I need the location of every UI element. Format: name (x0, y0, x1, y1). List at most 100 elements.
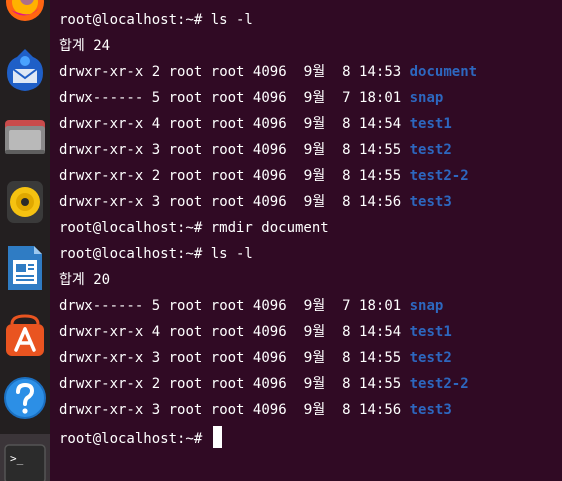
prompt-line: root@localhost:~# ls -l (59, 10, 253, 30)
entry-size: 4096 (252, 376, 287, 392)
directory-name: test1 (409, 116, 452, 132)
shell-prompt: root@localhost:~# (59, 12, 211, 28)
entry-day: 8 (342, 168, 351, 184)
entry-links: 3 (151, 350, 161, 366)
entry-group: root (210, 90, 245, 106)
entry-permissions: drwxr-xr-x (59, 194, 144, 210)
entry-permissions: drwxr-xr-x (59, 376, 144, 392)
entry-links: 2 (151, 376, 161, 392)
entry-links: 3 (151, 142, 161, 158)
entry-size: 4096 (252, 324, 287, 340)
entry-size: 4096 (252, 194, 287, 210)
entry-links: 5 (151, 298, 161, 314)
entry-group: root (210, 324, 245, 340)
terminal-window[interactable]: root@localhost:~# ls -l 합계 24 drwxr-xr-x 2… (50, 0, 562, 481)
libreoffice-writer-icon[interactable] (0, 243, 50, 293)
entry-day: 8 (342, 402, 351, 418)
directory-name: test1 (409, 324, 452, 340)
files-icon[interactable] (0, 114, 50, 158)
entry-owner: root (168, 168, 203, 184)
total-label: 합계 (59, 38, 85, 54)
entry-owner: root (168, 116, 203, 132)
listing-row: drwxr-xr-x 4 root root 4096 9월 8 14:54 t… (59, 114, 452, 134)
listing-row: drwxr-xr-x 3 root root 4096 9월 8 14:56 t… (59, 192, 452, 212)
terminal-icon[interactable]: >_ (0, 444, 50, 481)
listing-row: drwx------ 5 root root 4096 9월 7 18:01 s… (59, 296, 443, 316)
entry-month: 9월 (303, 64, 326, 80)
listing-row: drwxr-xr-x 2 root root 4096 9월 8 14:55 t… (59, 374, 469, 394)
listing-row: drwx------ 5 root root 4096 9월 7 18:01 s… (59, 88, 443, 108)
directory-name: test2 (409, 142, 452, 158)
entry-owner: root (168, 376, 203, 392)
entry-permissions: drwx------ (59, 90, 144, 106)
shell-prompt: root@localhost:~# (59, 431, 211, 447)
entry-time: 18:01 (359, 90, 402, 106)
entry-group: root (210, 168, 245, 184)
entry-permissions: drwx------ (59, 298, 144, 314)
entry-links: 5 (151, 90, 161, 106)
firefox-icon[interactable] (0, 0, 50, 22)
prompt-line: root@localhost:~# ls -l (59, 244, 253, 264)
entry-month: 9월 (303, 168, 326, 184)
directory-name: test2-2 (409, 376, 469, 392)
entry-owner: root (168, 298, 203, 314)
entry-day: 8 (342, 324, 351, 340)
entry-links: 2 (151, 168, 161, 184)
entry-group: root (210, 194, 245, 210)
entry-month: 9월 (303, 298, 326, 314)
entry-owner: root (168, 402, 203, 418)
entry-month: 9월 (303, 194, 326, 210)
entry-day: 8 (342, 376, 351, 392)
entry-time: 14:56 (359, 402, 402, 418)
entry-time: 14:53 (359, 64, 402, 80)
entry-group: root (210, 64, 245, 80)
entry-time: 14:55 (359, 142, 402, 158)
help-icon[interactable] (0, 374, 50, 422)
entry-day: 8 (342, 194, 351, 210)
entry-group: root (210, 298, 245, 314)
shell-prompt: root@localhost:~# (59, 220, 211, 236)
entry-links: 3 (151, 402, 161, 418)
entry-group: root (210, 142, 245, 158)
entry-size: 4096 (252, 168, 287, 184)
directory-name: test2 (409, 350, 452, 366)
entry-time: 18:01 (359, 298, 402, 314)
entry-size: 4096 (252, 116, 287, 132)
entry-month: 9월 (303, 324, 326, 340)
directory-name: document (409, 64, 478, 80)
listing-row: drwxr-xr-x 3 root root 4096 9월 8 14:55 t… (59, 140, 452, 160)
entry-owner: root (168, 194, 203, 210)
entry-permissions: drwxr-xr-x (59, 116, 144, 132)
thunderbird-icon[interactable] (0, 44, 50, 96)
entry-day: 7 (342, 298, 351, 314)
entry-time: 14:54 (359, 116, 402, 132)
listing-row: drwxr-xr-x 2 root root 4096 9월 8 14:55 t… (59, 166, 469, 186)
entry-size: 4096 (252, 64, 287, 80)
entry-permissions: drwxr-xr-x (59, 168, 144, 184)
total-label: 합계 (59, 272, 85, 288)
entry-permissions: drwxr-xr-x (59, 350, 144, 366)
entry-day: 7 (342, 90, 351, 106)
entry-month: 9월 (303, 350, 326, 366)
listing-row: drwxr-xr-x 3 root root 4096 9월 8 14:55 t… (59, 348, 452, 368)
entry-month: 9월 (303, 142, 326, 158)
entry-permissions: drwxr-xr-x (59, 324, 144, 340)
entry-links: 3 (151, 194, 161, 210)
text-cursor[interactable] (212, 426, 222, 448)
rhythmbox-icon[interactable] (0, 178, 50, 226)
entry-group: root (210, 350, 245, 366)
entry-links: 2 (151, 64, 161, 80)
shell-prompt: root@localhost:~# (59, 246, 211, 262)
shell-command: ls -l (210, 246, 253, 262)
entry-day: 8 (342, 350, 351, 366)
entry-owner: root (168, 350, 203, 366)
software-center-icon[interactable] (0, 310, 50, 360)
shell-command: rmdir document (210, 220, 329, 236)
entry-month: 9월 (303, 116, 326, 132)
entry-owner: root (168, 142, 203, 158)
total-value: 24 (93, 38, 111, 54)
entry-permissions: drwxr-xr-x (59, 402, 144, 418)
entry-permissions: drwxr-xr-x (59, 142, 144, 158)
entry-time: 14:55 (359, 350, 402, 366)
listing-row: drwxr-xr-x 2 root root 4096 9월 8 14:53 d… (59, 62, 477, 82)
